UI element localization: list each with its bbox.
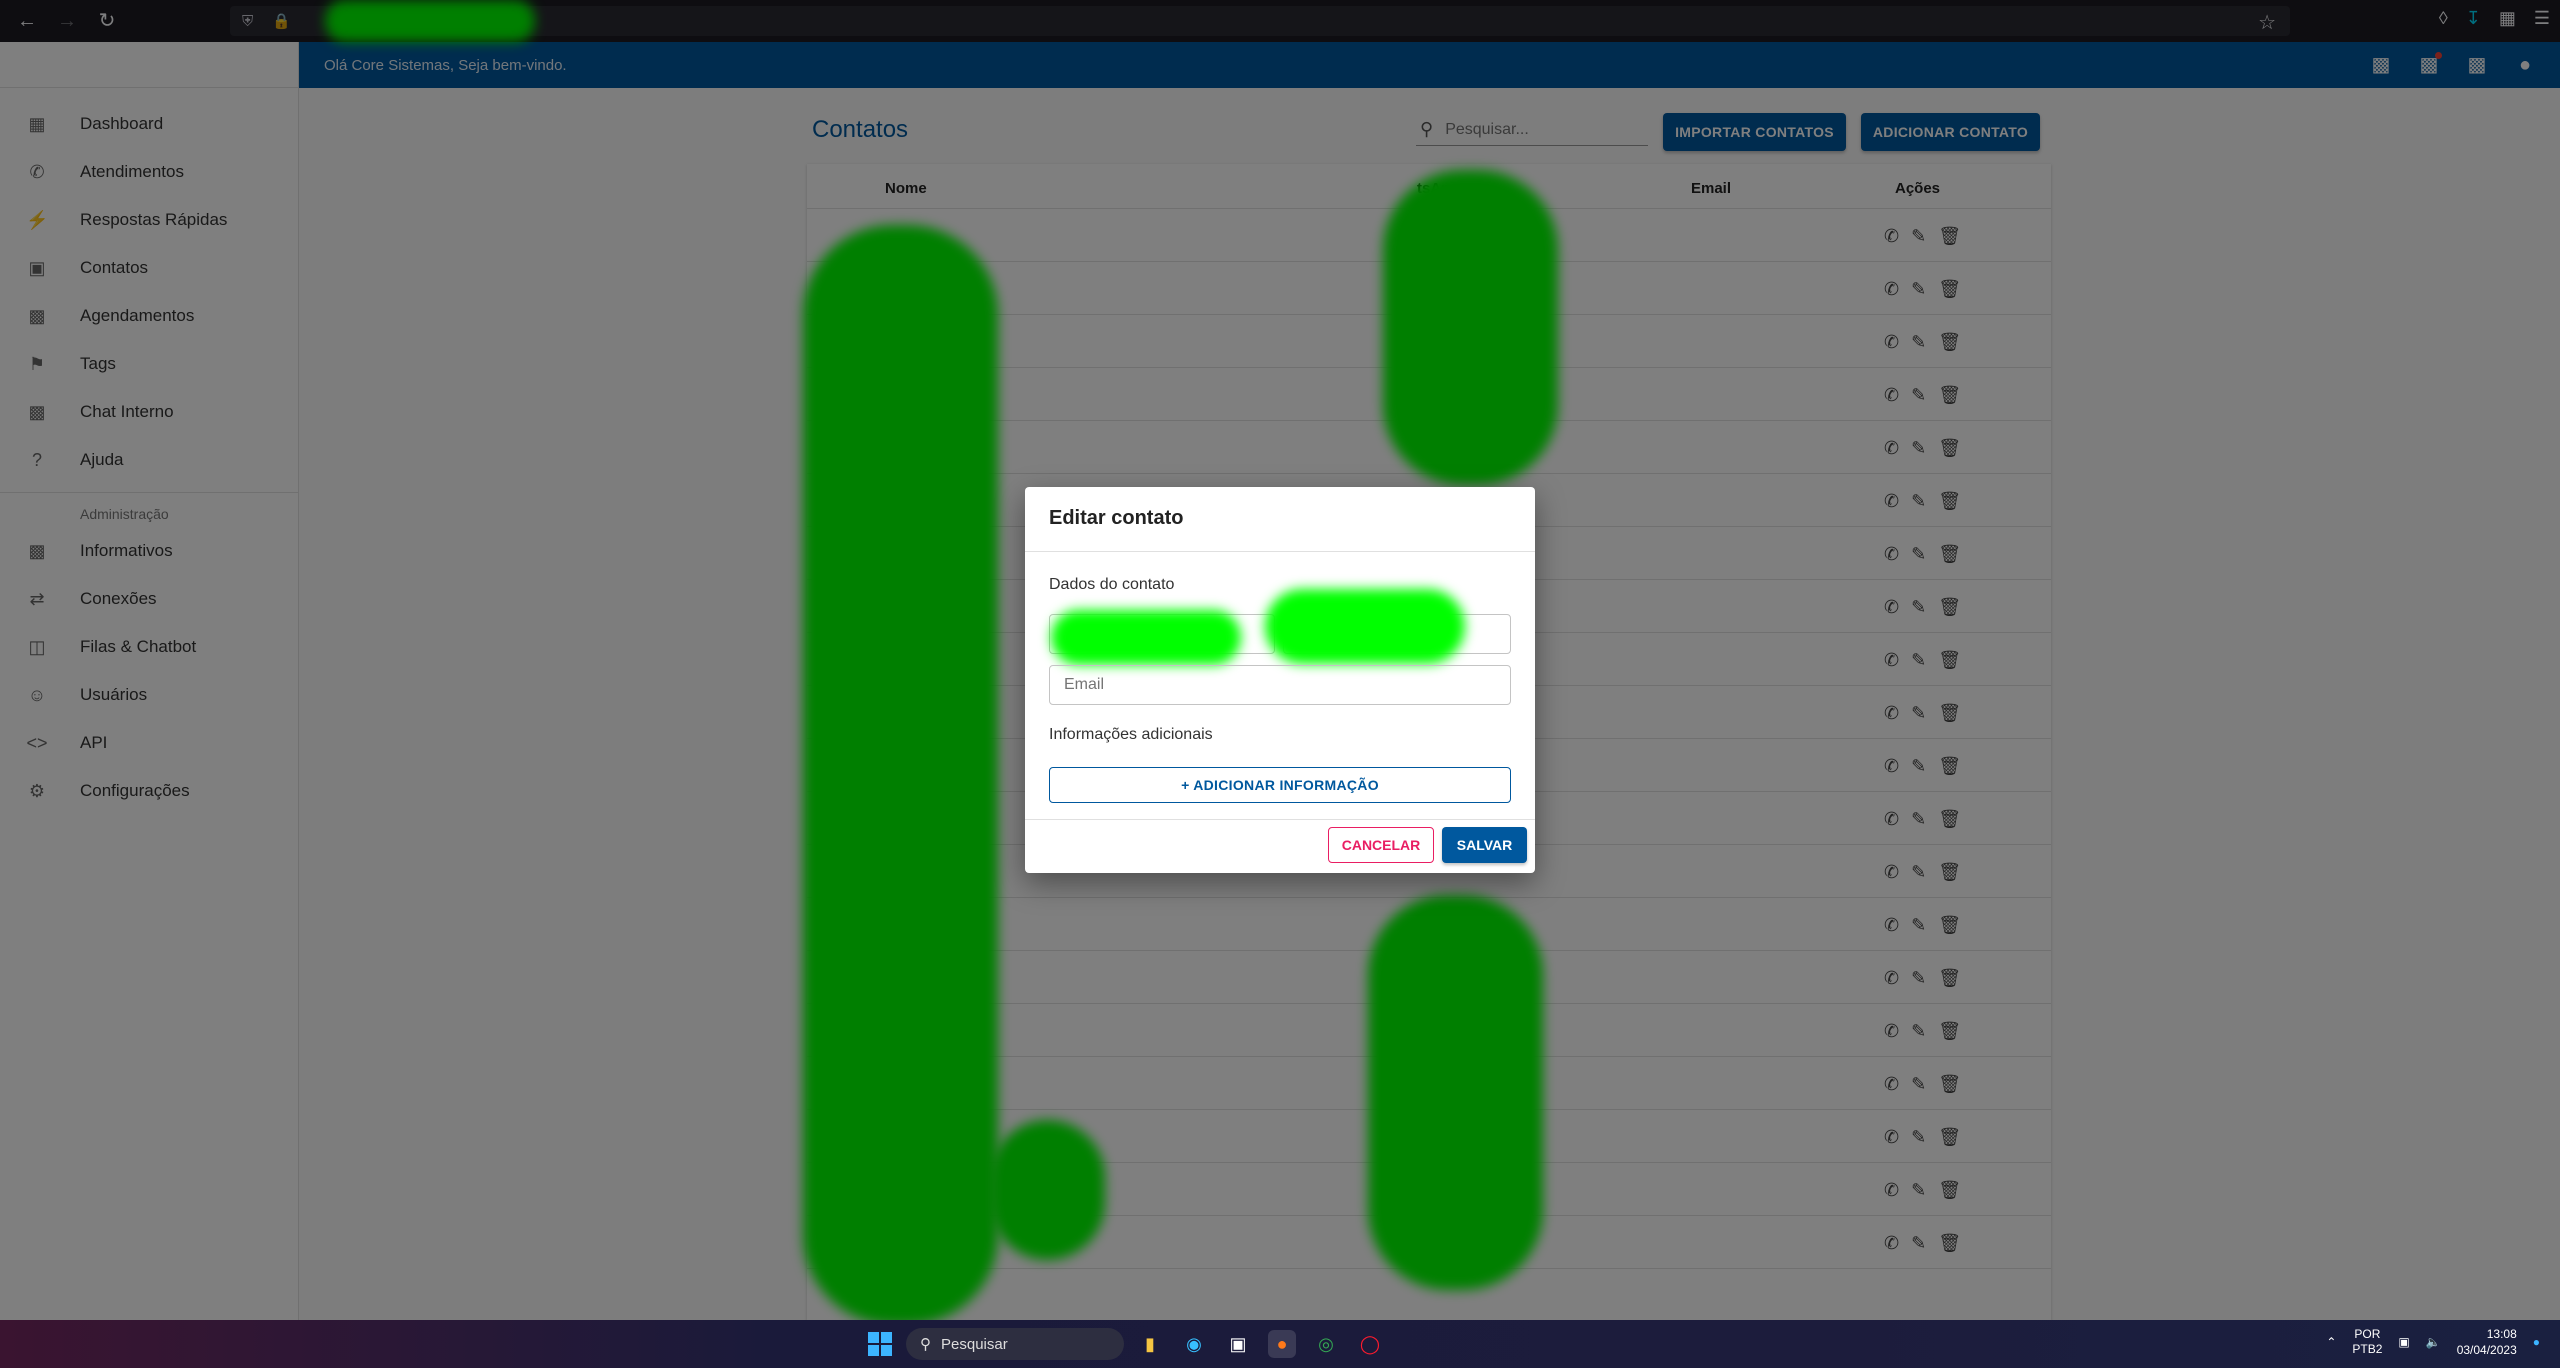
cancel-button[interactable]: CANCELAR [1328,827,1434,863]
store-icon[interactable]: ▣ [1224,1330,1252,1358]
start-windows-icon[interactable] [868,1332,892,1356]
dialog-title: Editar contato [1049,507,1184,529]
redaction-blob [1051,610,1241,665]
language-indicator[interactable]: POR PTB2 [2352,1327,2382,1357]
notification-icon[interactable]: ● [2533,1335,2540,1349]
dialog-divider [1025,819,1535,820]
opera-icon[interactable]: ◯ [1356,1330,1384,1358]
save-button[interactable]: SALVAR [1442,827,1527,863]
system-tray: ⌃ POR PTB2 ▣ 🔈 13:08 03/04/2023 ● [2326,1326,2540,1358]
search-icon: ⚲ [920,1336,931,1353]
taskbar-search[interactable]: ⚲ Pesquisar [906,1328,1124,1360]
edge-icon[interactable]: ◉ [1180,1330,1208,1358]
redaction-blob [1265,589,1465,664]
contact-data-label: Dados do contato [1049,576,1175,593]
email-field[interactable] [1049,665,1511,705]
chevron-up-icon[interactable]: ⌃ [2326,1335,2336,1349]
file-explorer-icon[interactable]: ▮ [1136,1330,1164,1358]
email-input[interactable] [1050,676,1510,694]
volume-icon[interactable]: 🔈 [2426,1335,2441,1349]
edit-contact-dialog: Editar contato Dados do contato Informaç… [1025,487,1535,873]
dialog-divider [1025,551,1535,552]
firefox-icon[interactable]: ● [1268,1330,1296,1358]
taskbar-search-label: Pesquisar [941,1335,1008,1353]
additional-info-label: Informações adicionais [1049,726,1213,743]
add-info-button[interactable]: + ADICIONAR INFORMAÇÃO [1049,767,1511,803]
taskbar: ⚲ Pesquisar ▮ ◉ ▣ ● ◎ ◯ ⌃ POR PTB2 ▣ 🔈 1… [0,1320,2560,1368]
network-icon[interactable]: ▣ [2398,1335,2409,1349]
clock[interactable]: 13:08 03/04/2023 [2457,1326,2517,1358]
chrome-icon[interactable]: ◎ [1312,1330,1340,1358]
